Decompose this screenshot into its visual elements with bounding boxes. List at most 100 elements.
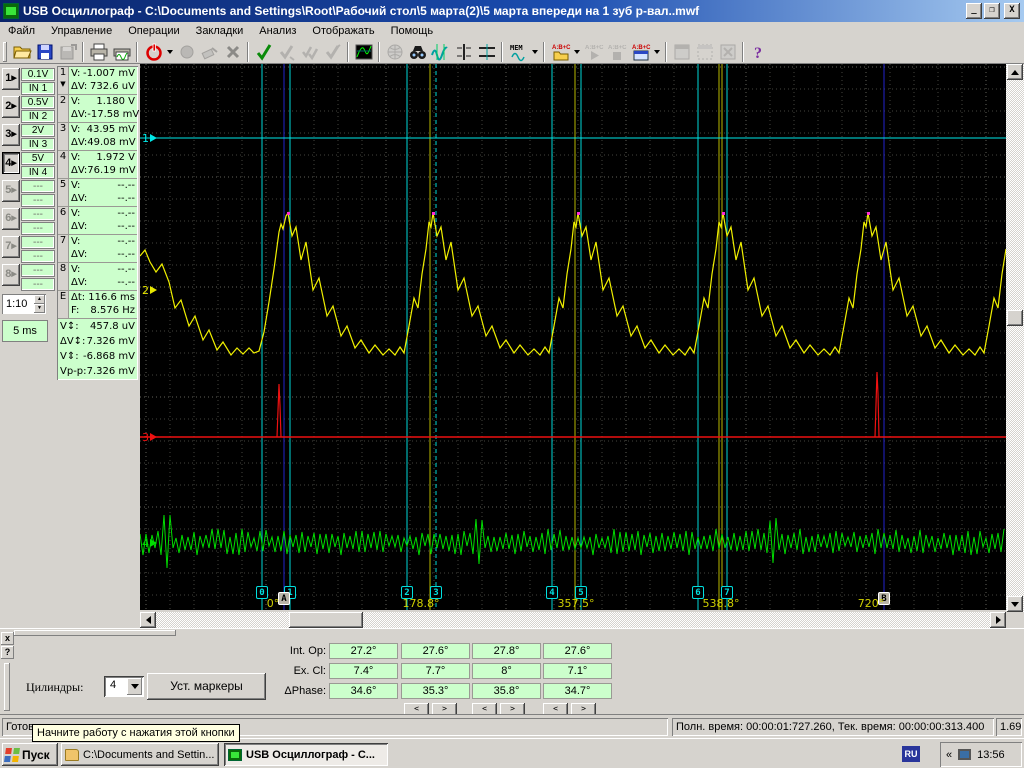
scroll-up-button[interactable] (1007, 64, 1023, 80)
vertical-scrollbar[interactable] (1006, 64, 1024, 612)
channel-1-range[interactable]: 0.1V (21, 68, 55, 81)
measurement-values: V: --.-- ΔV: --.-- (70, 263, 136, 289)
channel-5-input-name[interactable]: --- (21, 194, 55, 207)
measurement-channel-number: 3 (58, 123, 69, 150)
scroll-down-button[interactable] (1007, 596, 1023, 612)
stat-line: V⇕: -6.868 mV (58, 349, 137, 364)
language-indicator[interactable]: RU (902, 746, 920, 762)
stop-device-button-dropdown-arrow[interactable] (166, 49, 173, 54)
channel-7-input-name[interactable]: --- (21, 250, 55, 263)
horizontal-scroll-thumb[interactable] (289, 612, 363, 628)
title-bar[interactable]: USB Осциллограф - C:\Documents and Setti… (0, 0, 1024, 22)
channel-4-range[interactable]: 5V (21, 152, 55, 165)
network-monitor-icon[interactable] (958, 749, 972, 760)
stop-device-button[interactable] (141, 40, 175, 63)
open-file-button[interactable] (10, 40, 33, 63)
channel-7-button[interactable]: 7▶ (2, 236, 20, 258)
channel-4-button[interactable]: 4▶ (2, 152, 20, 174)
memory-button-dropdown-arrow[interactable] (531, 49, 538, 54)
ratio-spin-down[interactable]: ▼ (34, 304, 45, 313)
menu-item-Файл[interactable]: Файл (0, 23, 43, 40)
marker-flag-4[interactable]: 4 (546, 586, 558, 599)
scroll-right-button[interactable] (990, 612, 1006, 628)
channel-6-input-name[interactable]: --- (21, 222, 55, 235)
cylinders-select[interactable]: 4 (104, 676, 144, 697)
channel-3-range[interactable]: 2V (21, 124, 55, 137)
stat-label: V⇕: (60, 351, 79, 362)
measurement-row-7: 7 V: --.-- ΔV: --.-- (58, 235, 137, 263)
script-open-button-dropdown-arrow[interactable] (573, 49, 580, 54)
channel-3-button[interactable]: 3▶ (2, 124, 20, 146)
script-open-button[interactable]: A:B+C (548, 40, 582, 63)
print-preview-button[interactable] (110, 40, 133, 63)
channel-6-button[interactable]: 6▶ (2, 208, 20, 230)
horizontal-cursor-button[interactable] (475, 40, 498, 63)
wave-markers-button[interactable] (429, 40, 452, 63)
toolbar: MEM A:B+C A:B+C A:B+C A:B+C? (0, 40, 1024, 64)
save-file-button[interactable] (33, 40, 56, 63)
xy-display-button[interactable] (352, 40, 375, 63)
vertical-scroll-thumb[interactable] (1007, 310, 1023, 326)
panel-close-button[interactable]: x (1, 632, 14, 645)
menu-item-Отображать[interactable]: Отображать (304, 23, 382, 40)
channel-6-range[interactable]: --- (21, 208, 55, 221)
channel-5-range[interactable]: --- (21, 180, 55, 193)
ratio-spin-up[interactable]: ▲ (34, 295, 45, 304)
measurement-label: ΔV: (71, 109, 88, 120)
table-row-label: Int. Op: (289, 645, 326, 657)
script-window-button-dropdown-arrow[interactable] (653, 49, 660, 54)
table-cell: 27.2° (329, 643, 398, 659)
cylinders-dropdown-arrow[interactable] (127, 678, 142, 695)
menu-item-Анализ[interactable]: Анализ (251, 23, 304, 40)
help-button[interactable]: ? (747, 40, 770, 63)
close-button[interactable]: X (1004, 3, 1020, 19)
taskbar-task-1[interactable]: C:\Documents and Settin... (61, 743, 219, 766)
channel-2-input-name[interactable]: IN 2 (21, 110, 55, 123)
minimize-button[interactable]: _ (966, 3, 982, 19)
memory-button[interactable]: MEM (506, 40, 540, 63)
channel-8-button[interactable]: 8▶ (2, 264, 20, 286)
vertical-cursor-button[interactable] (452, 40, 475, 63)
menu-item-Закладки[interactable]: Закладки (188, 23, 252, 40)
start-button[interactable]: Пуск (2, 743, 58, 766)
print-button[interactable] (87, 40, 110, 63)
tray-collapse-button[interactable]: « (946, 749, 952, 761)
measurement-line: V: --.-- (70, 235, 136, 248)
oscilloscope-display[interactable]: 1234 01234567AB0°178.8°357.5°538.8°720° (140, 64, 1006, 610)
marker-flag-A[interactable]: A (278, 592, 290, 605)
menu-item-Помощь[interactable]: Помощь (383, 23, 442, 40)
channel-7-range[interactable]: --- (21, 236, 55, 249)
channel-8-input-name[interactable]: --- (21, 278, 55, 291)
system-tray: « 13:56 (940, 742, 1022, 767)
menu-item-Управление[interactable]: Управление (43, 23, 120, 40)
set-markers-button[interactable]: Уст. маркеры (147, 673, 266, 700)
measurement-value: 43.95 mV (86, 124, 135, 135)
scroll-left-button[interactable] (140, 612, 156, 628)
cylinders-label: Цилиндры: (26, 680, 84, 694)
channel-5-button[interactable]: 5▶ (2, 180, 20, 202)
panel-help-button[interactable]: ? (1, 646, 14, 659)
stat-label: Vp-p: (60, 366, 87, 377)
script-window-button[interactable]: A:B+C (628, 40, 662, 63)
table-cell: 27.6° (543, 643, 612, 659)
apply-button[interactable] (252, 40, 275, 63)
time-div-field[interactable]: 5 ms (2, 320, 48, 342)
measurement-value: --.-- (117, 221, 135, 232)
probe-ratio-field[interactable]: 1:10 ▲ ▼ (2, 294, 46, 314)
channel-3-input-name[interactable]: IN 3 (21, 138, 55, 151)
channel-1-input-name[interactable]: IN 1 (21, 82, 55, 95)
taskbar-task-2[interactable]: USB Осциллограф - C... (224, 743, 388, 766)
find-button[interactable] (406, 40, 429, 63)
channel-2-range[interactable]: 0.5V (21, 96, 55, 109)
menu-item-Операции[interactable]: Операции (120, 23, 187, 40)
channel-4-input-name[interactable]: IN 4 (21, 166, 55, 179)
panel-grab-handle[interactable] (14, 630, 176, 636)
restore-button[interactable]: ❐ (984, 3, 1000, 19)
window-title: USB Осциллограф - C:\Documents and Setti… (23, 4, 700, 18)
channel-2-button[interactable]: 2▶ (2, 96, 20, 118)
measurement-value: --.-- (117, 236, 135, 247)
svg-text:2: 2 (142, 284, 149, 297)
channel-1-button[interactable]: 1▶ (2, 68, 20, 90)
horizontal-scrollbar[interactable] (140, 612, 1006, 628)
channel-8-range[interactable]: --- (21, 264, 55, 277)
